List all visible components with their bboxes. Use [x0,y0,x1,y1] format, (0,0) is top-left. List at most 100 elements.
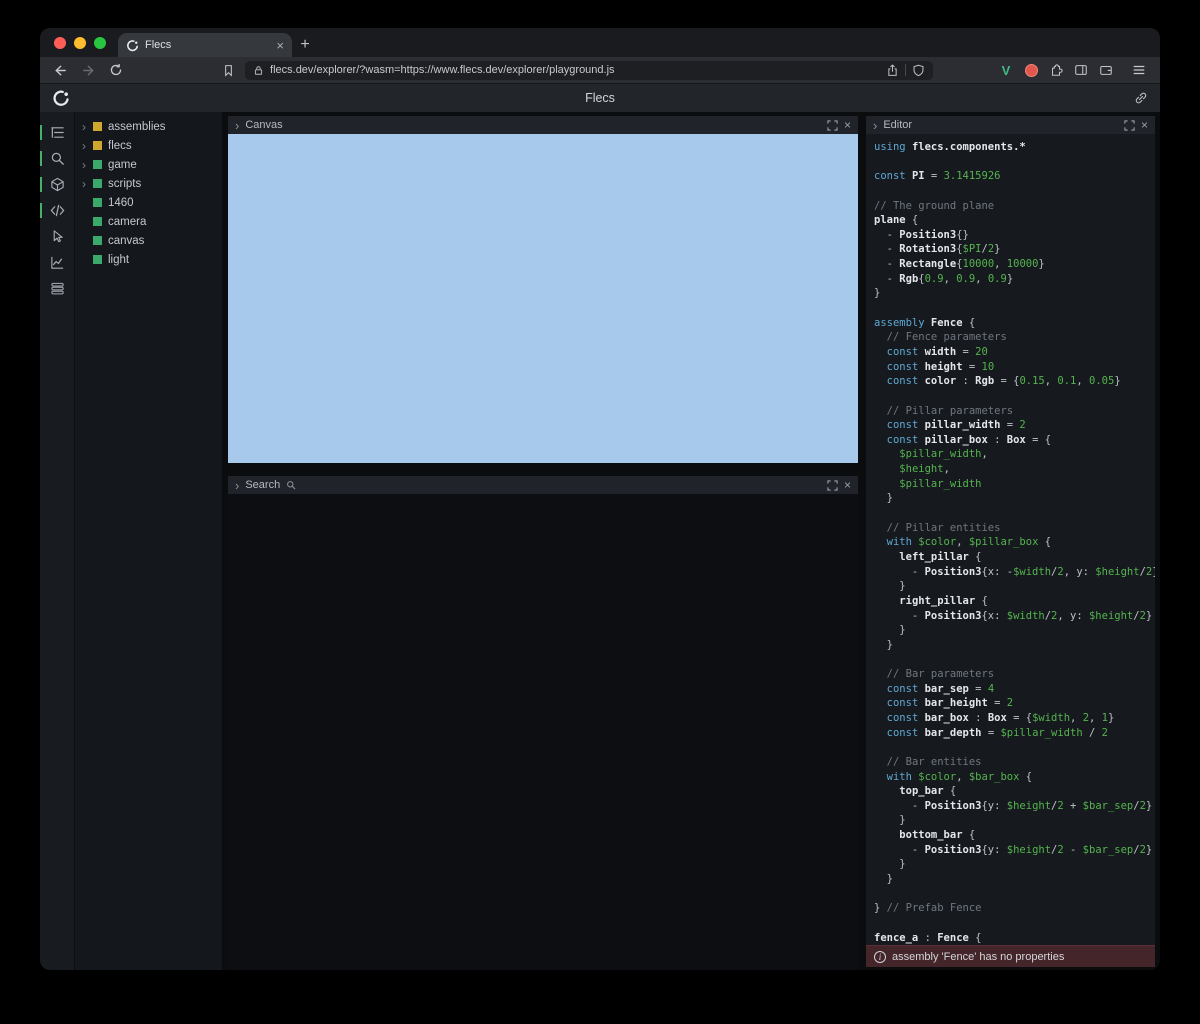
tree-item[interactable]: ›game [75,155,222,174]
tree-item[interactable]: 1460 [75,193,222,212]
expand-chevron-icon[interactable]: › [82,160,92,170]
wallet-icon[interactable] [1095,60,1117,80]
tree-item[interactable]: › assemblies [75,117,222,136]
entity-color-swatch [93,179,102,188]
panel-expand-icon[interactable] [1124,120,1135,131]
code-line: assembly Fence { [874,316,1155,331]
editor-code[interactable]: using flecs.components.* const PI = 3.14… [866,134,1155,945]
shield-icon[interactable] [912,64,925,77]
canvas-panel-title: Canvas [245,119,282,131]
code-line: - Rgb{0.9, 0.9, 0.9} [874,272,1155,287]
code-line: } [874,579,1155,594]
panel-collapse-chevron-icon[interactable]: › [235,480,239,491]
code-line: $pillar_width, [874,447,1155,462]
tab-strip: Flecs × + [40,28,1160,57]
code-line: with $color, $bar_box { [874,770,1155,785]
tree-item[interactable]: › scripts [75,174,222,193]
panel-collapse-chevron-icon[interactable]: › [873,120,877,131]
new-tab-button[interactable]: + [292,33,318,57]
tree-item-label: 1460 [108,197,134,209]
window-minimize-button[interactable] [74,37,86,49]
code-line: const pillar_box : Box = { [874,433,1155,448]
inspect-cursor-icon[interactable] [40,224,75,249]
code-line: - Position3{} [874,228,1155,243]
tree-item[interactable]: ›flecs [75,136,222,155]
search-magnifier-icon [286,480,296,490]
code-line: const bar_height = 2 [874,696,1155,711]
editor-panel-header: › Editor × [866,116,1155,134]
menu-hamburger-icon[interactable] [1128,60,1150,80]
tab-close-icon[interactable]: × [276,39,284,52]
code-line: fence_a : Fence { [874,931,1155,945]
3d-canvas[interactable] [228,134,858,463]
tree-icon[interactable] [40,120,75,145]
panel-expand-icon[interactable] [827,120,838,131]
navigation-bar: flecs.dev/explorer/?wasm=https://www.fle… [40,57,1160,84]
code-line: right_pillar { [874,594,1155,609]
sidebar-toggle-icon[interactable] [1070,60,1092,80]
tab-favicon-flecs-logo [126,39,139,52]
code-line [874,389,1155,404]
code-line: } [874,638,1155,653]
entity-color-swatch [93,255,102,264]
code-line: // Pillar entities [874,521,1155,536]
panel-close-icon[interactable]: × [844,479,851,491]
expand-chevron-icon[interactable]: › [82,141,92,151]
share-icon[interactable] [886,64,899,77]
code-line: // The ground plane [874,199,1155,214]
red-extension-icon[interactable] [1020,60,1042,80]
forward-icon[interactable] [78,60,100,80]
tree-item[interactable]: camera [75,212,222,231]
code-line: const pillar_width = 2 [874,418,1155,433]
reload-icon[interactable] [105,60,127,80]
tree-item-label: canvas [108,235,144,247]
tree-item[interactable]: canvas [75,231,222,250]
panel-close-icon[interactable]: × [1141,119,1148,131]
code-line: } [874,623,1155,638]
panel-close-icon[interactable]: × [844,119,851,131]
chart-icon[interactable] [40,250,75,275]
tree-item[interactable]: light [75,250,222,269]
browser-window: Flecs × + flecs.dev/explorer/?wasm=https… [40,28,1160,970]
entity-color-swatch [93,236,102,245]
code-icon[interactable] [40,198,75,223]
link-icon[interactable] [1134,91,1148,105]
code-line [874,301,1155,316]
code-line: - Position3{y: $height/2 + $bar_sep/2} [874,799,1155,814]
search-icon[interactable] [40,146,75,171]
code-line: // Pillar parameters [874,404,1155,419]
code-line: const height = 10 [874,360,1155,375]
entity-color-swatch [93,141,102,150]
back-icon[interactable] [50,60,72,80]
tree-item-label: scripts [108,178,141,190]
code-line: - Rectangle{10000, 10000} [874,257,1155,272]
window-zoom-button[interactable] [94,37,106,49]
entity-color-swatch [93,160,102,169]
panel-collapse-chevron-icon[interactable]: › [235,120,239,131]
app-header: Flecs [40,84,1160,112]
vue-devtools-extension-icon[interactable]: V [995,60,1017,80]
entity-color-swatch [93,122,102,131]
bookmark-icon[interactable] [217,60,239,80]
code-line: plane { [874,213,1155,228]
search-panel-header: › Search × [228,476,858,494]
editor-panel-title: Editor [883,119,912,131]
code-line [874,184,1155,199]
code-line: - Position3{x: -$width/2, y: $height/2} [874,565,1155,580]
url-bar[interactable]: flecs.dev/explorer/?wasm=https://www.fle… [245,61,933,80]
code-line: top_bar { [874,784,1155,799]
panel-expand-icon[interactable] [827,480,838,491]
extensions-puzzle-icon[interactable] [1045,60,1067,80]
window-close-button[interactable] [54,37,66,49]
canvas-panel: › Canvas × [228,116,858,463]
layers-icon[interactable] [40,276,75,301]
expand-chevron-icon[interactable]: › [82,179,92,189]
code-line [874,887,1155,902]
tree-item-label: assemblies [108,121,166,133]
cube-icon[interactable] [40,172,75,197]
code-line: } [874,286,1155,301]
code-line: $pillar_width [874,477,1155,492]
browser-tab[interactable]: Flecs × [118,33,292,57]
error-message: assembly 'Fence' has no properties [892,951,1064,963]
expand-chevron-icon[interactable]: › [82,122,92,132]
